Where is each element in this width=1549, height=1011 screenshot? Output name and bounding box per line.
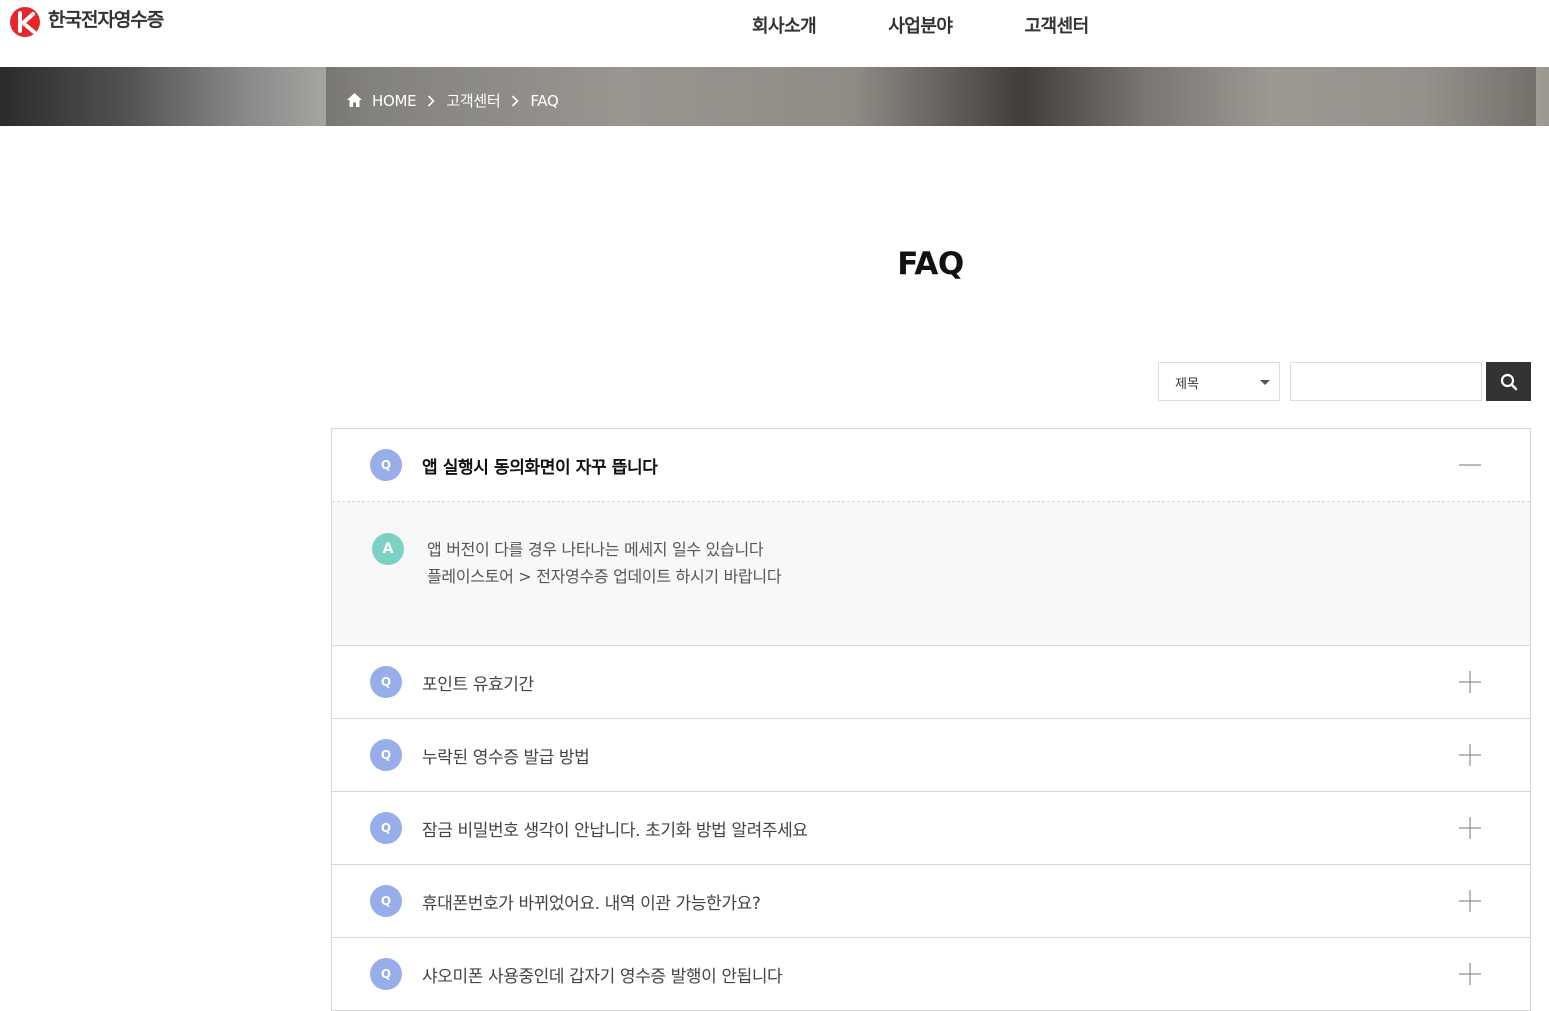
breadcrumb-current[interactable]: FAQ bbox=[530, 92, 558, 110]
q-badge: Q bbox=[370, 739, 402, 771]
faq-question-row[interactable]: Q 포인트 유효기간 bbox=[332, 646, 1530, 718]
search-field-selected: 제목 bbox=[1175, 377, 1199, 392]
search-button[interactable] bbox=[1486, 362, 1531, 401]
main-nav: 회사소개 사업분야 고객센터 bbox=[752, 12, 1161, 38]
chevron-right-icon bbox=[512, 94, 519, 107]
plus-icon[interactable] bbox=[1459, 890, 1481, 912]
home-icon[interactable] bbox=[346, 92, 363, 109]
faq-answer-text: 앱 버전이 다를 경우 나타나는 메세지 일수 있습니다 플레이스토어 > 전자… bbox=[427, 536, 782, 590]
site-header: 한국전자영수증 회사소개 사업분야 고객센터 bbox=[0, 0, 1549, 67]
search-icon bbox=[1500, 373, 1517, 390]
faq-question[interactable]: 앱 실행시 동의화면이 자꾸 뜹니다 bbox=[422, 453, 658, 478]
nav-item-business[interactable]: 사업분야 bbox=[888, 12, 953, 38]
sub-visual-banner: HOME 고객센터 FAQ bbox=[0, 67, 1549, 126]
q-badge: Q bbox=[370, 812, 402, 844]
faq-list: Q 앱 실행시 동의화면이 자꾸 뜹니다 A 앱 버전이 다를 경우 나타나는 … bbox=[331, 428, 1531, 1011]
search-input[interactable] bbox=[1290, 362, 1482, 401]
q-badge: Q bbox=[370, 958, 402, 990]
faq-question[interactable]: 포인트 유효기간 bbox=[422, 670, 534, 695]
nav-item-company[interactable]: 회사소개 bbox=[752, 12, 817, 38]
faq-question-row[interactable]: Q 샤오미폰 사용중인데 갑자기 영수증 발행이 안됩니다 bbox=[332, 938, 1530, 1010]
chevron-right-icon bbox=[428, 94, 435, 107]
q-badge: Q bbox=[370, 666, 402, 698]
faq-item: Q 포인트 유효기간 bbox=[332, 646, 1530, 719]
faq-item: Q 휴대폰번호가 바뀌었어요. 내역 이관 가능한가요? bbox=[332, 865, 1530, 938]
faq-question-row[interactable]: Q 잠금 비밀번호 생각이 안납니다. 초기화 방법 알려주세요 bbox=[332, 792, 1530, 864]
faq-question[interactable]: 휴대폰번호가 바뀌었어요. 내역 이관 가능한가요? bbox=[422, 889, 761, 914]
faq-question[interactable]: 잠금 비밀번호 생각이 안납니다. 초기화 방법 알려주세요 bbox=[422, 816, 808, 841]
plus-icon[interactable] bbox=[1459, 963, 1481, 985]
breadcrumb: HOME 고객센터 FAQ bbox=[346, 90, 559, 111]
faq-item: Q 앱 실행시 동의화면이 자꾸 뜹니다 A 앱 버전이 다를 경우 나타나는 … bbox=[332, 429, 1530, 646]
faq-question-row[interactable]: Q 휴대폰번호가 바뀌었어요. 내역 이관 가능한가요? bbox=[332, 865, 1530, 937]
a-badge: A bbox=[372, 533, 404, 565]
plus-icon[interactable] bbox=[1459, 671, 1481, 693]
breadcrumb-home[interactable]: HOME bbox=[372, 92, 417, 110]
search-field-select[interactable]: 제목 bbox=[1158, 362, 1280, 401]
nav-item-support[interactable]: 고객센터 bbox=[1025, 12, 1090, 38]
faq-question-row[interactable]: Q 앱 실행시 동의화면이 자꾸 뜹니다 bbox=[332, 429, 1530, 502]
faq-item: Q 샤오미폰 사용중인데 갑자기 영수증 발행이 안됩니다 bbox=[332, 938, 1530, 1011]
logo-k-icon bbox=[10, 7, 40, 37]
plus-icon[interactable] bbox=[1459, 817, 1481, 839]
q-badge: Q bbox=[370, 885, 402, 917]
faq-answer: A 앱 버전이 다를 경우 나타나는 메세지 일수 있습니다 플레이스토어 > … bbox=[332, 502, 1530, 645]
faq-question[interactable]: 샤오미폰 사용중인데 갑자기 영수증 발행이 안됩니다 bbox=[422, 962, 783, 987]
plus-icon[interactable] bbox=[1459, 744, 1481, 766]
faq-item: Q 누락된 영수증 발급 방법 bbox=[332, 719, 1530, 792]
logo[interactable]: 한국전자영수증 bbox=[9, 6, 164, 38]
faq-answer-line: 플레이스토어 > 전자영수증 업데이트 하시기 바랍니다 bbox=[427, 567, 782, 586]
breadcrumb-section[interactable]: 고객센터 bbox=[446, 90, 500, 111]
faq-answer-line: 앱 버전이 다를 경우 나타나는 메세지 일수 있습니다 bbox=[427, 540, 764, 559]
caret-down-icon bbox=[1260, 380, 1270, 385]
minus-icon[interactable] bbox=[1459, 454, 1481, 476]
logo-text: 한국전자영수증 bbox=[48, 8, 164, 31]
page-title: FAQ bbox=[897, 246, 964, 282]
faq-question-row[interactable]: Q 누락된 영수증 발급 방법 bbox=[332, 719, 1530, 791]
faq-item: Q 잠금 비밀번호 생각이 안납니다. 초기화 방법 알려주세요 bbox=[332, 792, 1530, 865]
q-badge: Q bbox=[370, 449, 402, 481]
faq-question[interactable]: 누락된 영수증 발급 방법 bbox=[422, 743, 590, 768]
